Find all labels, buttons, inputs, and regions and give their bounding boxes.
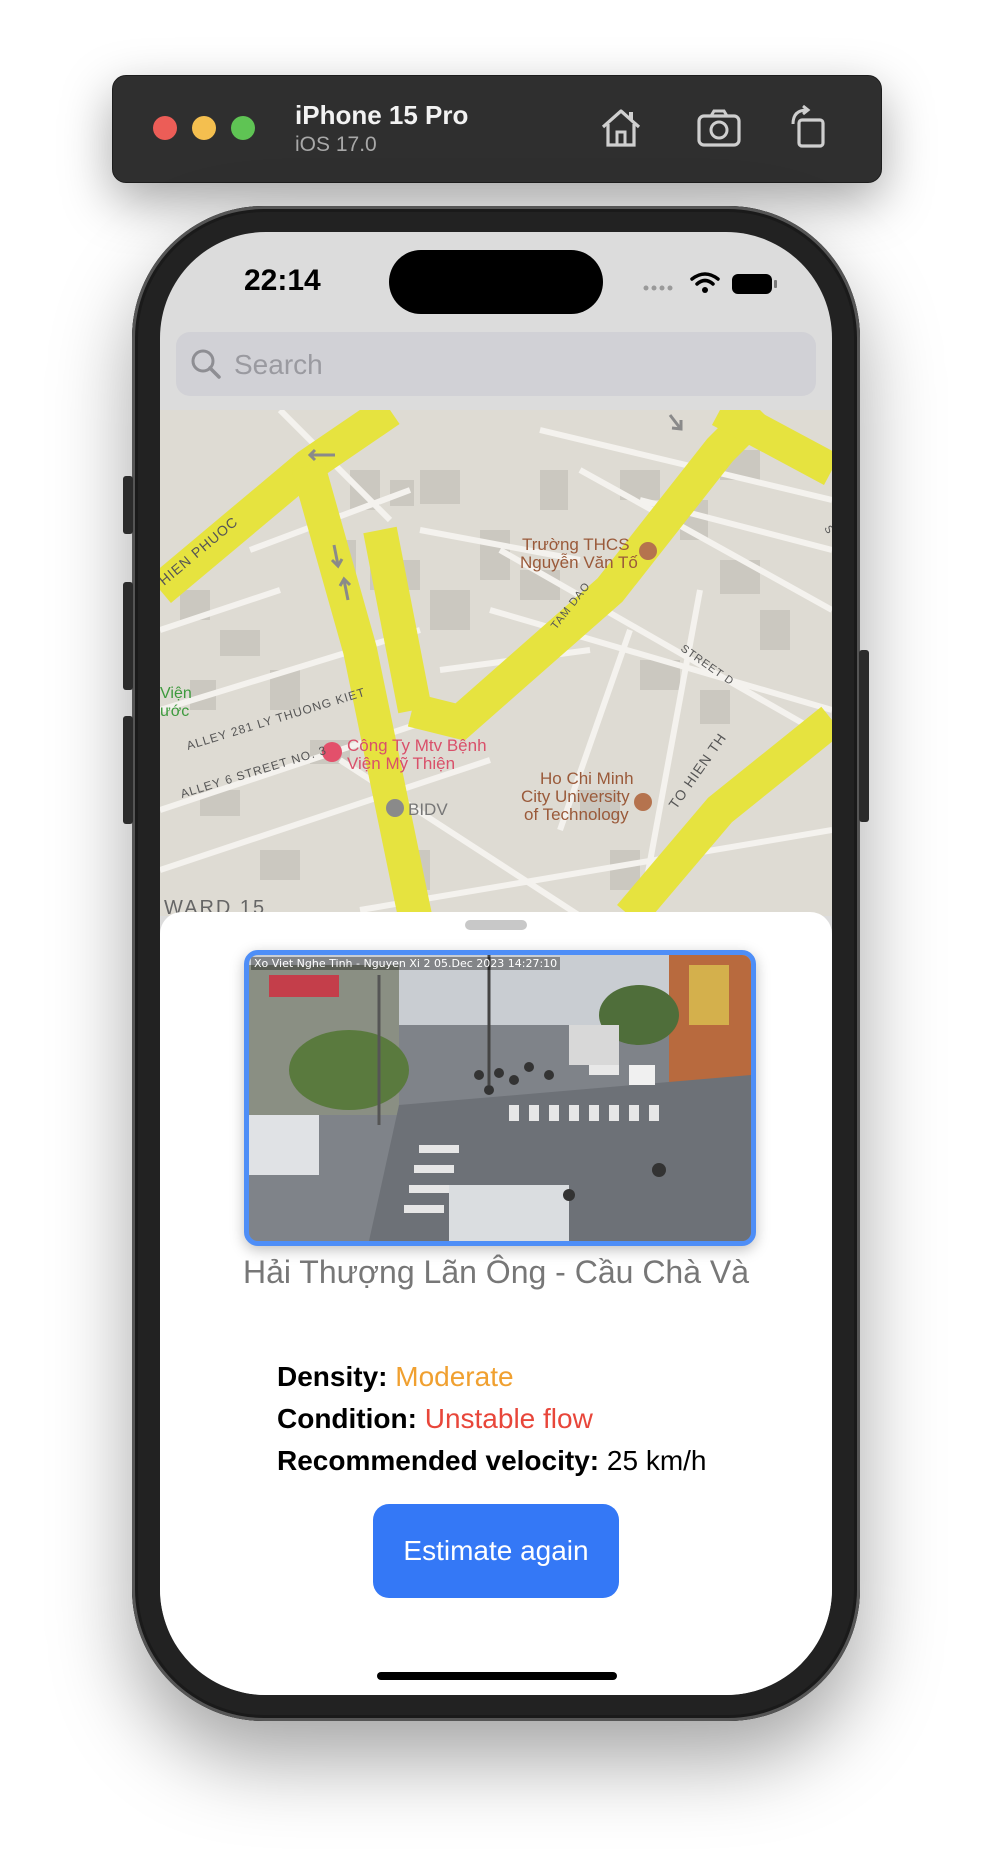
estimate-again-button[interactable]: Estimate again — [373, 1504, 619, 1598]
search-input[interactable] — [232, 332, 796, 398]
rotate-icon — [791, 104, 825, 148]
school-icon — [639, 542, 657, 560]
velocity-label: Recommended velocity: — [277, 1445, 600, 1476]
search-bar[interactable] — [176, 332, 816, 398]
battery-icon — [732, 274, 777, 294]
home-indicator[interactable] — [377, 1672, 617, 1680]
status-icons — [643, 272, 777, 294]
map-label-company[interactable]: Công Ty Mtv Bệnh — [347, 736, 487, 755]
rotate-button[interactable] — [783, 102, 835, 154]
minimize-window-button[interactable] — [192, 116, 216, 140]
map-label-vien[interactable]: Viện — [160, 685, 192, 702]
camera-name: Hải Thượng Lãn Ông - Cầu Chà Và — [242, 1254, 750, 1290]
power-button — [859, 650, 869, 822]
status-time: 22:14 — [244, 264, 321, 297]
density-row: Density: Moderate — [277, 1356, 707, 1398]
zoom-window-button[interactable] — [231, 116, 255, 140]
camera-image — [249, 955, 751, 1241]
phone-screen: 22:14 Search Trường THCS Nguyễn Văn Tố C… — [160, 232, 832, 1695]
map-view[interactable]: Trường THCS Nguyễn Văn Tố Công Ty Mtv Bệ… — [160, 410, 832, 916]
close-window-button[interactable] — [153, 116, 177, 140]
action-button — [123, 476, 133, 534]
volume-down-button — [123, 716, 133, 824]
condition-value: Unstable flow — [424, 1403, 593, 1434]
screenshot-button[interactable] — [693, 102, 745, 154]
map-label-bank[interactable]: BIDV — [408, 800, 448, 819]
home-button[interactable] — [595, 102, 647, 154]
density-value: Moderate — [395, 1361, 514, 1392]
velocity-value: 25 km/h — [606, 1445, 707, 1476]
signal-icon — [643, 285, 673, 291]
camera-detail-sheet: Xo Viet Nghe Tinh - Nguyen Xi 2 05.Dec 2… — [160, 912, 832, 1695]
map-label-university3[interactable]: of Technology — [524, 805, 629, 824]
map-label-university2[interactable]: City University — [521, 787, 630, 806]
map-label-school[interactable]: Trường THCS — [522, 535, 630, 554]
home-icon — [601, 109, 641, 147]
simulator-toolbar: iPhone 15 Pro iOS 17.0 — [112, 75, 882, 183]
camera-overlay-text: Xo Viet Nghe Tinh - Nguyen Xi 2 05.Dec 2… — [251, 957, 561, 970]
map-label-company2[interactable]: Viện Mỹ Thiện — [347, 754, 455, 773]
camera-snapshot[interactable]: Xo Viet Nghe Tinh - Nguyen Xi 2 05.Dec 2… — [244, 950, 756, 1246]
map-canvas[interactable]: Trường THCS Nguyễn Văn Tố Công Ty Mtv Bệ… — [160, 410, 832, 916]
condition-row: Condition: Unstable flow — [277, 1398, 707, 1440]
map-label-school2[interactable]: Nguyễn Văn Tố — [520, 553, 638, 572]
wifi-icon — [690, 272, 720, 286]
traffic-info: Density: Moderate Condition: Unstable fl… — [277, 1356, 707, 1482]
map-label-uoc[interactable]: ước — [160, 703, 189, 720]
screenshot-icon — [697, 109, 741, 147]
condition-label: Condition: — [277, 1403, 417, 1434]
search-icon — [191, 349, 221, 379]
dynamic-island — [389, 250, 603, 314]
volume-up-button — [123, 582, 133, 690]
university-icon — [634, 793, 652, 811]
device-name: iPhone 15 Pro — [295, 100, 469, 130]
bank-icon — [386, 799, 404, 817]
density-label: Density: — [277, 1361, 388, 1392]
os-version: iOS 17.0 — [295, 133, 377, 156]
map-label-university[interactable]: Ho Chi Minh — [540, 769, 634, 788]
sheet-grabber[interactable] — [465, 920, 527, 930]
velocity-row: Recommended velocity: 25 km/h — [277, 1440, 707, 1482]
